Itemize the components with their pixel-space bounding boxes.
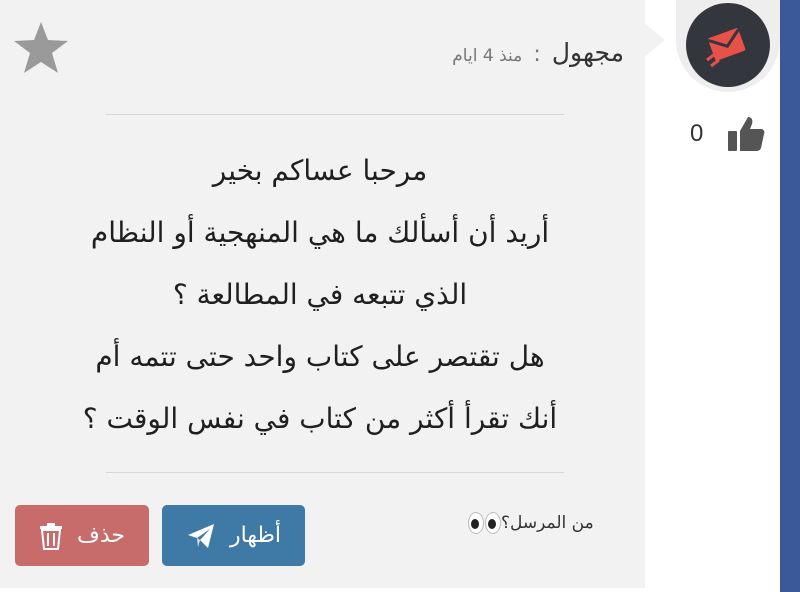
show-button[interactable]: أظهار [162, 505, 305, 566]
message-body: مرحبا عساكم بخير أريد أن أسألك ما هي الم… [20, 140, 620, 450]
top-divider [106, 114, 564, 115]
letter-envelope-icon [706, 28, 746, 68]
post-meta: مجهول : منذ 4 ايام [452, 38, 624, 67]
author-name: مجهول [551, 38, 624, 67]
message-line: الذي تتبعه في المطالعة ؟ [172, 278, 468, 311]
meta-separator: : [533, 42, 541, 67]
message-line: أريد أن أسألك ما هي المنهجية أو النظام [90, 216, 550, 249]
card-pointer [643, 22, 665, 58]
like-control[interactable]: 0 [690, 114, 766, 154]
paper-plane-icon [187, 523, 214, 548]
favorite-star-icon[interactable] [12, 20, 70, 76]
side-accent-strip [780, 0, 800, 592]
message-line: هل تقتصر على كتاب واحد حتى تتمه أم [95, 340, 545, 373]
thumbs-up-icon[interactable] [726, 115, 766, 153]
delete-button[interactable]: حذف [15, 505, 149, 566]
message-line: أنك تقرأ أكثر من كتاب في نفس الوقت ؟ [82, 402, 558, 435]
message-line: مرحبا عساكم بخير [212, 154, 428, 187]
delete-button-label: حذف [77, 523, 125, 548]
who-is-sender-link[interactable]: من المرسل؟ [462, 512, 594, 534]
post-time: منذ 4 ايام [452, 46, 523, 66]
avatar[interactable] [686, 3, 770, 87]
show-button-label: أظهار [229, 523, 282, 548]
bottom-divider [106, 472, 564, 473]
like-count: 0 [690, 120, 704, 147]
sender-question-label: من المرسل؟ [501, 513, 594, 533]
eyes-emoji-icon [468, 512, 501, 534]
trash-icon [40, 522, 63, 550]
